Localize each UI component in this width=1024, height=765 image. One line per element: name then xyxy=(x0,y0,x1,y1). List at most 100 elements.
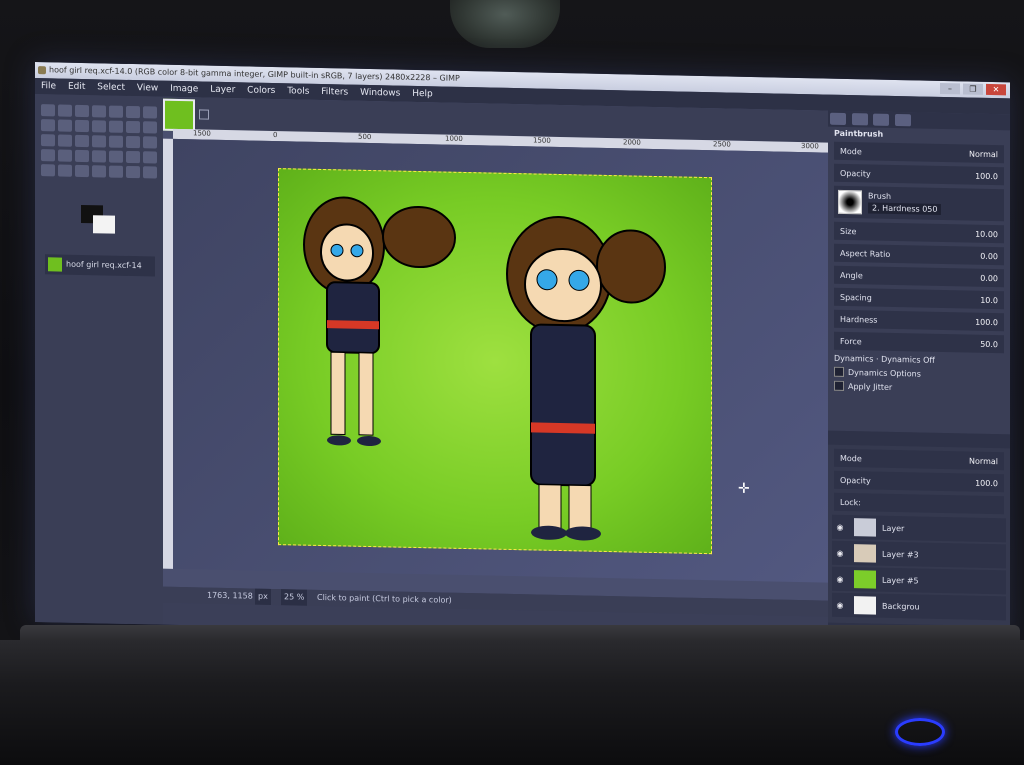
hardness-row[interactable]: Hardness 100.0 xyxy=(834,309,1004,332)
menu-colors[interactable]: Colors xyxy=(247,85,275,96)
layer-mode-row[interactable]: Mode Normal xyxy=(834,448,1004,471)
menu-view[interactable]: View xyxy=(137,83,158,93)
align-icon[interactable] xyxy=(109,120,123,133)
layer-row[interactable]: ◉ Backgrou xyxy=(832,592,1006,621)
eye-icon[interactable]: ◉ xyxy=(832,522,848,531)
bucket-fill-icon[interactable] xyxy=(41,149,55,162)
color-picker-icon[interactable] xyxy=(41,119,55,132)
rotate-icon[interactable] xyxy=(143,121,157,134)
layer-mode-label: Mode xyxy=(840,453,862,463)
force-row[interactable]: Force 50.0 xyxy=(834,331,1004,354)
tab-images[interactable] xyxy=(894,114,911,127)
fuzzy-select-icon[interactable] xyxy=(92,105,106,118)
menu-edit[interactable]: Edit xyxy=(68,82,85,92)
mode-select[interactable]: Normal xyxy=(969,149,998,159)
layer-thumbnail xyxy=(854,596,876,615)
tab-device-status[interactable] xyxy=(851,113,868,126)
eraser-icon[interactable] xyxy=(109,150,123,163)
menu-windows[interactable]: Windows xyxy=(360,88,400,99)
canvas-stage[interactable]: ✛ xyxy=(173,138,828,583)
size-row[interactable]: Size 10.00 xyxy=(834,221,1004,244)
dynamics-select[interactable]: Dynamics Off xyxy=(881,355,935,365)
vertical-ruler xyxy=(163,138,173,569)
spacing-value[interactable]: 10.0 xyxy=(980,295,998,304)
angle-value[interactable]: 0.00 xyxy=(980,273,998,282)
flip-icon[interactable] xyxy=(92,135,106,148)
clone-icon[interactable] xyxy=(41,164,55,177)
lasso-icon[interactable] xyxy=(75,104,89,118)
layer-row[interactable]: ◉ Layer #3 xyxy=(832,540,1006,569)
menu-image[interactable]: Image xyxy=(170,84,198,95)
paths-icon[interactable] xyxy=(143,106,157,119)
eye-icon[interactable]: ◉ xyxy=(832,548,848,557)
layer-opacity-row[interactable]: Opacity 100.0 xyxy=(834,470,1004,493)
text-icon[interactable] xyxy=(143,136,157,149)
tab-undo[interactable] xyxy=(873,113,890,126)
perspective-icon[interactable] xyxy=(75,134,89,148)
apply-jitter-checkbox[interactable]: Apply Jitter xyxy=(834,380,1004,395)
blur-icon[interactable] xyxy=(92,165,106,178)
perspective-clone-icon[interactable] xyxy=(75,164,89,178)
heal-icon[interactable] xyxy=(58,164,72,177)
dynamics-options-expander[interactable]: Dynamics Options xyxy=(834,366,1004,381)
brush-select[interactable]: Brush 2. Hardness 050 xyxy=(834,185,1004,222)
cage-icon[interactable] xyxy=(109,135,123,148)
unit-select[interactable]: px xyxy=(255,588,271,605)
angle-row[interactable]: Angle 0.00 xyxy=(834,265,1004,288)
size-value[interactable]: 10.00 xyxy=(975,229,998,238)
dodge-burn-icon[interactable] xyxy=(126,165,140,179)
tab-tool-options[interactable] xyxy=(830,112,846,125)
image-canvas[interactable] xyxy=(278,168,712,555)
mode-row[interactable]: Mode Normal xyxy=(834,141,1004,164)
opacity-value[interactable]: 100.0 xyxy=(975,171,998,180)
scale-icon[interactable] xyxy=(41,134,55,147)
ink-icon[interactable] xyxy=(143,151,157,164)
ellipse-select-icon[interactable] xyxy=(58,104,72,117)
close-button[interactable]: ✕ xyxy=(986,83,1006,96)
menu-select[interactable]: Select xyxy=(97,82,125,93)
aspect-ratio-row[interactable]: Aspect Ratio 0.00 xyxy=(834,243,1004,266)
pencil-icon[interactable] xyxy=(75,149,89,163)
brush-label: Brush xyxy=(868,191,892,201)
layer-row[interactable]: ◉ Layer #5 xyxy=(832,566,1006,595)
paintbrush-icon[interactable] xyxy=(92,150,106,163)
shear-icon[interactable] xyxy=(58,134,72,147)
images-list-item[interactable]: hoof girl req.xcf-14 xyxy=(45,254,155,277)
warp-icon[interactable] xyxy=(126,135,140,149)
minimize-button[interactable]: – xyxy=(940,82,960,95)
mypaint-brush-icon[interactable] xyxy=(143,166,157,179)
foreground-select-icon[interactable] xyxy=(126,105,140,119)
zoom-select[interactable]: 25 % xyxy=(281,589,308,606)
gradient-icon[interactable] xyxy=(58,149,72,162)
hardness-value[interactable]: 100.0 xyxy=(975,317,998,326)
image-tab[interactable] xyxy=(163,98,195,132)
aspect-value[interactable]: 0.00 xyxy=(980,251,998,260)
brush-name[interactable]: 2. Hardness 050 xyxy=(868,202,942,215)
dynamics-section[interactable]: Dynamics · Dynamics Off xyxy=(834,354,1004,367)
opacity-row[interactable]: Opacity 100.0 xyxy=(834,163,1004,186)
menu-layer[interactable]: Layer xyxy=(210,85,235,96)
menu-filters[interactable]: Filters xyxy=(321,87,348,98)
eye-icon[interactable]: ◉ xyxy=(832,574,848,583)
move-icon[interactable] xyxy=(92,120,106,133)
zoom-icon[interactable] xyxy=(58,119,72,132)
menu-file[interactable]: File xyxy=(41,81,56,91)
crop-icon[interactable] xyxy=(126,120,140,134)
layer-row[interactable]: ◉ Layer xyxy=(832,514,1006,543)
layer-opacity-value[interactable]: 100.0 xyxy=(975,478,998,487)
scissors-icon[interactable] xyxy=(109,105,123,118)
spacing-row[interactable]: Spacing 10.0 xyxy=(834,287,1004,310)
rect-select-icon[interactable] xyxy=(41,104,55,117)
airbrush-icon[interactable] xyxy=(126,150,140,164)
menu-tools[interactable]: Tools xyxy=(287,86,309,96)
maximize-button[interactable]: ❐ xyxy=(963,83,983,95)
layer-mode-select[interactable]: Normal xyxy=(969,456,998,466)
tab-close-icon[interactable] xyxy=(199,109,209,120)
brush-preview-icon[interactable] xyxy=(838,189,862,215)
menu-help[interactable]: Help xyxy=(412,89,433,99)
eye-icon[interactable]: ◉ xyxy=(832,600,848,609)
measure-icon[interactable] xyxy=(75,119,89,133)
background-color-swatch[interactable] xyxy=(93,215,115,234)
smudge-icon[interactable] xyxy=(109,165,123,178)
force-value[interactable]: 50.0 xyxy=(980,339,998,348)
